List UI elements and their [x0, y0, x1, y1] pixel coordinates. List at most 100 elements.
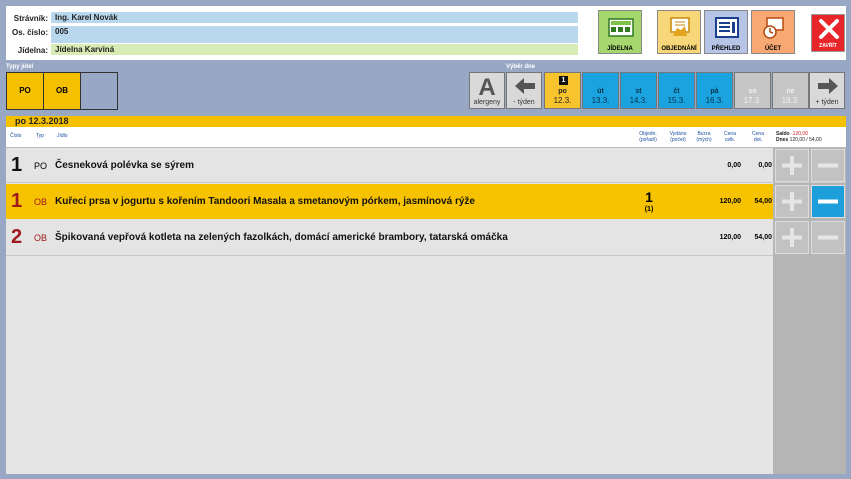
restaurant-icon: [608, 18, 634, 37]
jidelna-value: Jídelna Karviná: [51, 44, 578, 55]
meal-number: 1: [11, 154, 23, 176]
day-name: st: [635, 88, 642, 95]
add-button[interactable]: [775, 221, 809, 254]
minus-icon: [818, 199, 838, 204]
col-objedn-2: (pořadí): [639, 137, 657, 143]
remove-button[interactable]: [811, 149, 845, 182]
day-st[interactable]: st 14.3.: [620, 72, 657, 109]
prehled-button[interactable]: PŘEHLED: [704, 10, 748, 54]
meal-price-dot: 54,00: [754, 198, 772, 205]
account-icon: [763, 17, 784, 39]
meal-row-3: 2 OB Špikovaná vepřová kotleta na zelený…: [6, 220, 846, 255]
meal-price-dot: 0,00: [758, 162, 772, 169]
col-cena-dot-2: dot.: [753, 137, 763, 143]
arrow-right-icon: [818, 78, 838, 94]
minus-icon: [818, 235, 838, 240]
ucet-button[interactable]: ÚČET: [751, 10, 795, 54]
close-button-label: ZAVŘÍT: [819, 43, 837, 49]
order-count: 1: [645, 189, 653, 205]
next-week-label: + týden: [815, 99, 839, 106]
day-pa[interactable]: pá 16.3.: [696, 72, 733, 109]
close-button[interactable]: ZAVŘÍT: [811, 14, 845, 52]
day-name: po: [558, 88, 567, 95]
objednani-button[interactable]: OBJEDNÁNÍ: [657, 10, 701, 54]
saldo-summary: Saldo -120,00 Dnes 120,00 / 54,00: [776, 131, 846, 143]
jidelna-label: Jídelna:: [17, 46, 48, 55]
prev-week-label: - týden: [513, 99, 535, 106]
day-name: pá: [710, 88, 719, 95]
stravnik-label: Strávník:: [13, 14, 48, 23]
meal-type: PO: [34, 161, 48, 171]
next-week-button[interactable]: + týden: [809, 72, 845, 109]
remove-button[interactable]: [811, 185, 845, 218]
close-icon: [819, 19, 839, 39]
day-po[interactable]: 1 po 12.3.: [544, 72, 581, 109]
column-header: Číslo Typ Jídlo Objedn. (pořadí) Vydáno …: [6, 127, 846, 148]
day-name: so: [748, 88, 757, 95]
allergens-button[interactable]: A alergeny: [469, 72, 505, 109]
col-vydano-2: (počet): [670, 137, 686, 143]
col-cena-celk-2: celk.: [724, 137, 736, 143]
day-ct[interactable]: čt 15.3.: [658, 72, 695, 109]
type-button-po[interactable]: PO: [6, 72, 44, 110]
dnes-label: Dnes: [776, 137, 789, 143]
meal-name: Špikovaná vepřová kotleta na zelených fa…: [55, 232, 508, 243]
header-panel: Strávník: Ing. Karel Novák Os. číslo: 00…: [6, 6, 846, 60]
order-position: (1): [644, 206, 654, 213]
day-ne: ne 18.3.: [772, 72, 809, 109]
meal-price: 120,00: [719, 234, 741, 241]
day-date: 14.3.: [629, 96, 648, 105]
day-ut[interactable]: út 13.3.: [582, 72, 619, 109]
day-date: 15.3.: [667, 96, 686, 105]
meal-price-dot: 54,00: [754, 234, 772, 241]
col-typ: Typ: [36, 133, 45, 139]
col-cena-dot: Cena dot.: [747, 131, 769, 143]
col-cislo: Číslo: [10, 133, 22, 139]
arrow-left-icon: [515, 78, 535, 94]
allergen-letter: A: [478, 74, 496, 101]
day-date: 17.3.: [743, 96, 762, 105]
jidelna-button-label: JÍDELNA: [607, 46, 633, 52]
os-cislo-value: 005: [51, 26, 578, 43]
minus-icon: [818, 163, 838, 168]
day-date: 13.3.: [591, 96, 610, 105]
add-button[interactable]: [775, 149, 809, 182]
plus-icon: [782, 192, 802, 211]
day-select-label: Výběr dne: [506, 64, 536, 70]
day-name: ne: [786, 88, 795, 95]
meal-number: 2: [11, 226, 23, 248]
day-so: so 17.3.: [734, 72, 771, 109]
plus-icon: [782, 228, 802, 247]
types-label: Typy jídel: [6, 64, 34, 70]
allergens-label: alergeny: [473, 99, 501, 106]
meal-row-2: 1 OB Kuřecí prsa v jogurtu s kořením Tan…: [6, 184, 845, 219]
col-burza-2: (mých): [696, 137, 712, 143]
remove-button[interactable]: [811, 221, 845, 254]
date-bar: po 12.3.2018: [6, 116, 846, 127]
ucet-button-label: ÚČET: [764, 46, 782, 52]
prev-week-button[interactable]: - týden: [506, 72, 542, 109]
meal-name: Česneková polévka se sýrem: [55, 160, 194, 171]
col-vydano: Vydáno (počet): [664, 131, 692, 143]
selected-day-badge: 1: [559, 76, 568, 85]
day-date: 12.3.: [553, 96, 572, 105]
meal-price: 120,00: [719, 198, 741, 205]
col-jidlo: Jídlo: [57, 133, 68, 139]
dnes-value: 120,00 / 54,00: [789, 137, 822, 143]
type-button-ob[interactable]: OB: [43, 72, 81, 110]
prehled-button-label: PŘEHLED: [711, 46, 741, 52]
meal-row-1: 1 PO Česneková polévka se sýrem 0,00 0,0…: [6, 148, 846, 183]
day-date: 18.3.: [781, 96, 800, 105]
col-objedn: Objedn. (pořadí): [633, 131, 663, 143]
objednani-button-label: OBJEDNÁNÍ: [661, 46, 697, 52]
type-button-empty: [80, 72, 118, 110]
day-date: 16.3.: [705, 96, 724, 105]
plus-icon: [782, 156, 802, 175]
jidelna-button[interactable]: JÍDELNA: [598, 10, 642, 54]
hand-order-icon: [670, 17, 690, 36]
meal-name: Kuřecí prsa v jogurtu s kořením Tandoori…: [55, 196, 475, 207]
col-burza: Burza (mých): [692, 131, 716, 143]
stravnik-value: Ing. Karel Novák: [51, 12, 578, 23]
add-button[interactable]: [775, 185, 809, 218]
os-cislo-label: Os. číslo:: [11, 28, 48, 37]
